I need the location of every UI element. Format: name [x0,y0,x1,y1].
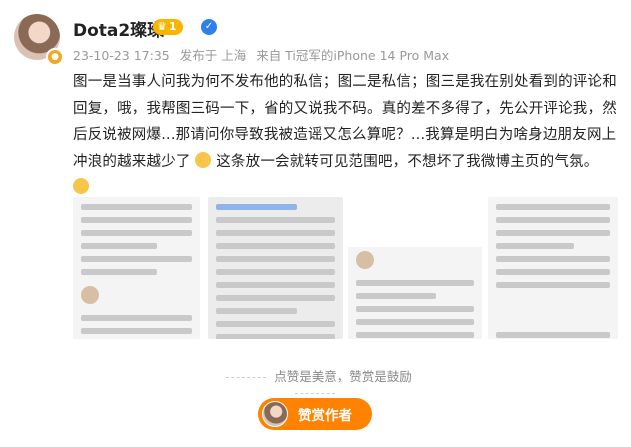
post-timestamp[interactable]: 23-10-23 17:35 [73,48,170,63]
reward-avatar [262,401,288,427]
crown-icon: ♛ [157,20,167,33]
post-body: 图一是当事人问我为何不发布他的私信；图二是私信；图三是我在别处看到的评论和回复，… [73,69,618,202]
level-badge[interactable]: ♛ 1 [153,19,183,35]
reward-button-label: 赞赏作者 [298,408,352,424]
avatar-v-badge-icon: ● [46,48,64,66]
like-hint: 点赞是美意，赞赏是鼓励 [200,366,430,400]
post-source: 来自 Ti冠军的iPhone 14 Pro Max [256,48,450,63]
level-number: 1 [168,20,177,33]
post-location: 发布于 上海 [179,48,247,63]
smile-emoji-icon [73,178,89,194]
post-image-1[interactable] [73,197,200,339]
like-hint-text: 点赞是美意，赞赏是鼓励 [274,369,412,384]
post-image-4[interactable] [488,197,618,339]
reward-author-button[interactable]: 赞赏作者 [258,398,372,430]
post-image-2[interactable] [208,197,343,339]
post-image-3[interactable] [348,197,482,339]
post-meta: 23-10-23 17:35 发布于 上海 来自 Ti冠军的iPhone 14 … [73,45,455,64]
yawn-emoji-icon [195,151,212,168]
post-text-part2: 这条放一会就转可见范围吧，不想坏了我微博主页的气氛。 [216,153,599,170]
verified-icon[interactable]: ✓ [201,19,217,35]
author-name[interactable]: Dota2璨璨 [73,16,164,41]
